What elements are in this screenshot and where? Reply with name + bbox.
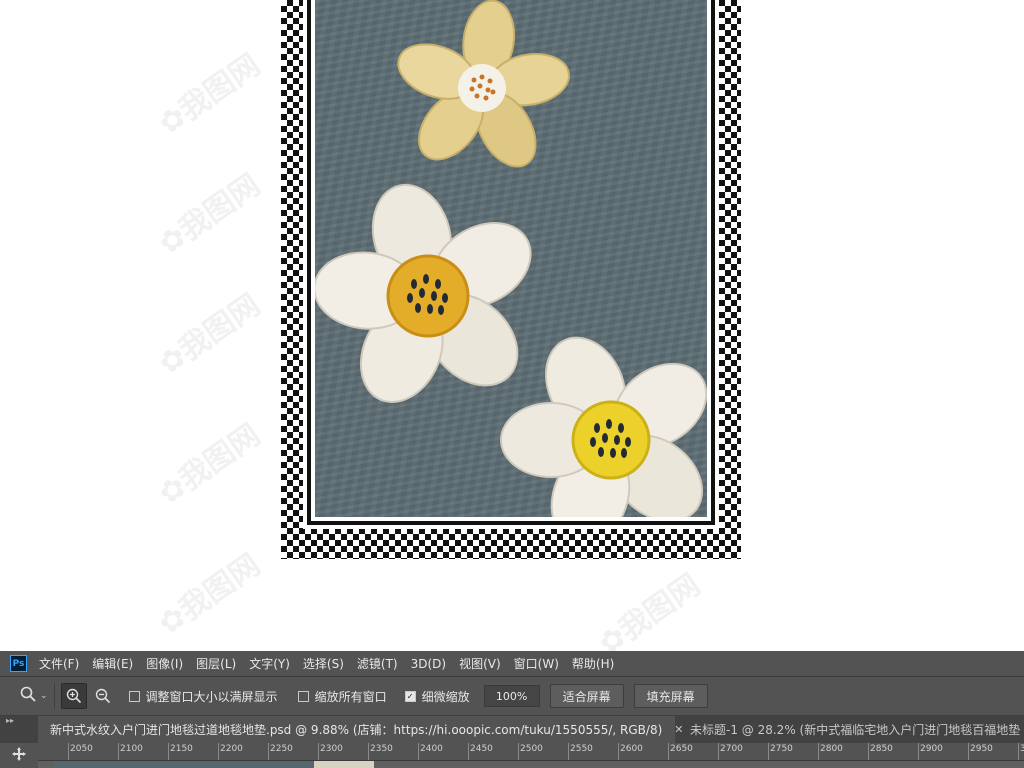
scrubby-zoom-option[interactable]: ✓ 细微缩放 — [404, 688, 470, 705]
ruler-tick — [968, 743, 969, 760]
ruler-label: 2200 — [220, 744, 243, 754]
ruler-tick — [68, 743, 69, 760]
ruler-tick — [718, 743, 719, 760]
white-flower-right — [500, 336, 708, 547]
watermark-logo: ✿我图网 — [152, 287, 267, 383]
ruler-tick — [518, 743, 519, 760]
watermark-logo: ✿我图网 — [152, 167, 267, 263]
ruler-tick — [868, 743, 869, 760]
ruler-label: 2750 — [770, 744, 793, 754]
menu-bar: Ps 文件(F) 编辑(E) 图像(I) 图层(L) 文字(Y) 选择(S) 滤… — [0, 651, 1024, 677]
menu-edit[interactable]: 编辑(E) — [92, 655, 133, 672]
tab-title: 新中式水纹入户门进门地毯过道地毯地垫.psd @ 9.88% (店铺：https… — [50, 723, 663, 737]
menu-select[interactable]: 选择(S) — [303, 655, 344, 672]
rug-artwork — [281, 0, 741, 559]
yellow-flower — [397, 0, 570, 168]
canvas-image-fragment — [54, 761, 314, 768]
flowers-illustration — [313, 0, 708, 547]
ruler-label: 2350 — [370, 744, 393, 754]
ruler-label: 2100 — [120, 744, 143, 754]
document-tab-bar: ▸▸ 新中式水纹入户门进门地毯过道地毯地垫.psd @ 9.88% (店铺：ht… — [0, 716, 1024, 743]
ruler-label: 2300 — [320, 744, 343, 754]
zoom-in-button[interactable] — [60, 683, 87, 709]
ruler-tick — [118, 743, 119, 760]
tab-untitled-document[interactable]: 未标题-1 @ 28.2% (新中式福临宅地入户门进门地毯百福地垫 — [678, 716, 1024, 743]
horizontal-ruler: 2050 2100 2150 2200 2250 2300 2350 2400 2450 2500… — [38, 743, 1024, 761]
menu-file[interactable]: 文件(F) — [39, 655, 79, 672]
move-tool-icon[interactable] — [11, 746, 27, 766]
ruler-label: 2600 — [620, 744, 643, 754]
watermark-logo: ✿我图网 — [152, 47, 267, 143]
ruler-tick — [368, 743, 369, 760]
ruler-tick — [1018, 743, 1019, 760]
ruler-tick — [618, 743, 619, 760]
ruler-tick — [168, 743, 169, 760]
collapse-panel-icon[interactable]: ▸▸ — [6, 716, 14, 725]
menu-image[interactable]: 图像(I) — [146, 655, 183, 672]
resize-windows-option[interactable]: 调整窗口大小以满屏显示 — [128, 688, 278, 705]
painted-panel — [313, 0, 708, 547]
scrubby-zoom-label: 细微缩放 — [421, 689, 470, 704]
ruler-tick — [418, 743, 419, 760]
tab-active-document[interactable]: 新中式水纹入户门进门地毯过道地毯地垫.psd @ 9.88% (店铺：https… — [38, 716, 683, 743]
zoom-all-windows-checkbox[interactable] — [297, 690, 309, 702]
document-canvas[interactable] — [38, 761, 1024, 768]
zoom-out-button[interactable] — [91, 684, 115, 708]
zoom-all-windows-label: 缩放所有窗口 — [314, 689, 387, 704]
white-flower-left — [313, 183, 532, 403]
menu-view[interactable]: 视图(V) — [459, 655, 501, 672]
ruler-label: 2900 — [920, 744, 943, 754]
ruler-tick — [268, 743, 269, 760]
watermark-logo: ✿我图网 — [152, 417, 267, 513]
zoom-in-icon — [66, 688, 81, 704]
ruler-tick — [468, 743, 469, 760]
zoom-out-icon — [95, 688, 110, 704]
photoshop-logo-icon[interactable]: Ps — [10, 655, 27, 672]
menu-filter[interactable]: 滤镜(T) — [357, 655, 398, 672]
ruler-label: 2650 — [670, 744, 693, 754]
ruler-label: 2850 — [870, 744, 893, 754]
fit-screen-button[interactable]: 适合屏幕 — [549, 684, 624, 708]
ruler-tick — [318, 743, 319, 760]
tools-panel — [0, 743, 38, 768]
ruler-tick — [918, 743, 919, 760]
separator — [53, 683, 55, 709]
ruler-label: 2050 — [70, 744, 93, 754]
options-bar: ⌄ 调整窗口大小以满屏显示 缩放所有窗口 ✓ 细微缩放 100% 适合屏幕 填充… — [0, 677, 1024, 716]
tab-title: 未标题-1 @ 28.2% (新中式福临宅地入户门进门地毯百福地垫 — [690, 723, 1021, 737]
ruler-tick — [668, 743, 669, 760]
zoom-percent-button[interactable]: 100% — [483, 685, 540, 707]
ruler-label: 2150 — [170, 744, 193, 754]
ruler-label: 2250 — [270, 744, 293, 754]
fill-screen-button[interactable]: 填充屏幕 — [633, 684, 708, 708]
ruler-label: 2550 — [570, 744, 593, 754]
ruler-tick — [568, 743, 569, 760]
ruler-label: 3000 — [1020, 744, 1024, 754]
preview-area: ✿我图网 ✿我图网 ✿我图网 ✿我图网 ✿我图网 ✿我图网 ✿我图网 ✿我图网 … — [0, 0, 1024, 651]
resize-windows-checkbox[interactable] — [128, 690, 140, 702]
ruler-tick — [218, 743, 219, 760]
menu-type[interactable]: 文字(Y) — [249, 655, 290, 672]
watermark-logo: ✿我图网 — [152, 547, 267, 643]
ruler-label: 2800 — [820, 744, 843, 754]
ruler-label: 2950 — [970, 744, 993, 754]
menu-3d[interactable]: 3D(D) — [411, 657, 446, 671]
ruler-label: 2400 — [420, 744, 443, 754]
ruler-label: 2700 — [720, 744, 743, 754]
ruler-label: 2450 — [470, 744, 493, 754]
resize-windows-label: 调整窗口大小以满屏显示 — [145, 689, 278, 704]
ruler-tick — [768, 743, 769, 760]
chevron-down-icon[interactable]: ⌄ — [40, 691, 48, 701]
canvas-image-fragment — [314, 761, 374, 768]
watermark-logo: ✿我图网 — [592, 567, 707, 651]
ruler-label: 2500 — [520, 744, 543, 754]
ruler-tick — [818, 743, 819, 760]
zoom-all-windows-option[interactable]: 缩放所有窗口 — [297, 688, 387, 705]
menu-layer[interactable]: 图层(L) — [196, 655, 236, 672]
scrubby-zoom-checkbox[interactable]: ✓ — [404, 690, 416, 702]
menu-window[interactable]: 窗口(W) — [514, 655, 559, 672]
zoom-tool-icon[interactable] — [20, 686, 36, 706]
menu-help[interactable]: 帮助(H) — [572, 655, 614, 672]
